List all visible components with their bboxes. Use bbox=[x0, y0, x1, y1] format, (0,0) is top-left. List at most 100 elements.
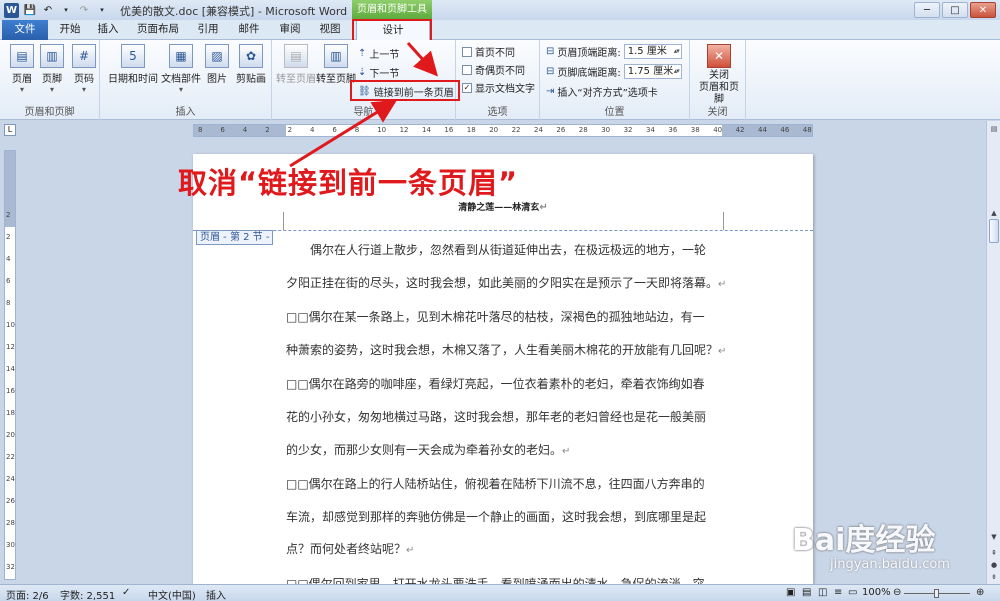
spelling-icon[interactable]: ✓ bbox=[122, 587, 130, 598]
text-line[interactable]: 的少女，而那少女则有一天会成为牵着孙女的老妇。↵ bbox=[286, 434, 720, 469]
tab-review[interactable]: 审阅 bbox=[276, 20, 304, 40]
insert-alignment-tab-button[interactable]: ⇥ 插入“对齐方式”选项卡 bbox=[546, 84, 658, 99]
horizontal-ruler[interactable]: 8 6 4 2 2 4 6 8 10 12 14 16 18 20 22 24 26 28 30 32 34 36 38 40… bbox=[193, 124, 813, 137]
date-time-button[interactable]: 5 日期和时间 bbox=[108, 44, 158, 85]
ruler-tick: 22 bbox=[511, 126, 521, 134]
redo-icon[interactable]: ↷ bbox=[77, 3, 91, 17]
draft-icon[interactable]: ▭ bbox=[848, 587, 857, 598]
browse-object-icon[interactable]: ● bbox=[988, 559, 1000, 571]
group-position: ⊟ 页眉顶端距离: 1.5 厘米 ⊟ 页脚底端距离: 1.75 厘米 ⇥ 插入“… bbox=[540, 40, 690, 120]
odd-even-different-checkbox[interactable]: 奇偶页不同 bbox=[462, 62, 525, 77]
text-line[interactable]: 车流，却感觉到那样的奔驰仿佛是一个静止的画面，这时我会想，到底哪里是起 bbox=[286, 501, 720, 534]
picture-button[interactable]: ▨ 图片 bbox=[200, 44, 234, 85]
tab-references[interactable]: 引用 bbox=[194, 20, 222, 40]
text-line[interactable]: 花的小孙女，匆匆地横过马路，这时我会想，那年老的老妇曾经也是花一般美丽 bbox=[286, 401, 720, 434]
next-page-icon[interactable]: ⇟ bbox=[988, 571, 1000, 583]
text-line[interactable]: □□偶尔在路上的行人陆桥站住，俯视着在陆桥下川流不息，往四面八方奔串的 bbox=[286, 468, 720, 501]
vruler-tick: 30 bbox=[6, 541, 15, 549]
text-line[interactable]: 夕阳正挂在街的尽头，这时我会想，如此美丽的夕阳实在是预示了一天即将落幕。↵ bbox=[286, 267, 726, 302]
ruler-tick: 2 bbox=[265, 126, 270, 134]
customize-qat-icon[interactable]: ▾ bbox=[95, 3, 109, 17]
align-tab-icon: ⇥ bbox=[546, 86, 555, 97]
ruler-bar: L 8 6 4 2 2 4 6 8 10 12 14 16 18 20 22 24 26 28 30 32 34 36 38… bbox=[0, 121, 1000, 139]
tab-file[interactable]: 文件 bbox=[2, 20, 48, 40]
undo-icon[interactable]: ↶ bbox=[41, 3, 55, 17]
close-window-button[interactable]: ✕ bbox=[970, 2, 996, 18]
web-layout-icon[interactable]: ◫ bbox=[818, 587, 827, 598]
outline-icon[interactable]: ≡ bbox=[834, 587, 842, 598]
chevron-down-icon: ▾ bbox=[81, 85, 86, 94]
window-title: 优美的散文.doc [兼容模式] - Microsoft Word bbox=[120, 5, 348, 18]
text-line[interactable]: □□偶尔在路旁的咖啡座，看绿灯亮起，一位衣着素朴的老妇，牵着衣饰绚如春 bbox=[286, 368, 720, 401]
insert-mode[interactable]: 插入 bbox=[206, 587, 226, 601]
text-line[interactable]: 偶尔在人行道上散步，忽然看到从街道延伸出去，在极远极远的地方，一轮 bbox=[286, 234, 720, 267]
tab-home[interactable]: 开始 bbox=[56, 20, 84, 40]
chevron-down-icon[interactable]: ▾ bbox=[59, 3, 73, 17]
tab-page-layout[interactable]: 页面布局 bbox=[136, 20, 180, 40]
close-header-footer-button[interactable]: ✕ 关闭 页眉和页脚 bbox=[696, 44, 742, 106]
vertical-ruler[interactable]: 2 2 4 6 8 10 12 14 16 18 20 22 24 26 28 30 32 bbox=[4, 150, 16, 580]
clip-art-button[interactable]: ✿ 剪贴画 bbox=[232, 44, 270, 85]
word-count[interactable]: 字数: 2,551 bbox=[60, 587, 115, 601]
text-line[interactable]: 种萧索的姿势，这时我会想，木棉又落了，人生看美丽木棉花的开放能有几回呢？↵ bbox=[286, 334, 726, 369]
highlight-link-to-previous bbox=[350, 80, 460, 101]
group-label: 关闭 bbox=[707, 107, 728, 118]
scroll-up-icon[interactable]: ▲ bbox=[988, 207, 1000, 219]
header-distance-spinner[interactable]: 1.5 厘米 bbox=[623, 44, 682, 59]
section-tag: 页眉 - 第 2 节 - bbox=[196, 230, 274, 245]
vruler-tick: 26 bbox=[6, 497, 15, 505]
maximize-button[interactable]: □ bbox=[942, 2, 968, 18]
footer-distance-icon: ⊟ bbox=[546, 66, 555, 77]
ruler-tick: 20 bbox=[489, 126, 499, 134]
ribbon-tabs: 文件 开始 插入 页面布局 引用 邮件 审阅 视图 设计 bbox=[0, 20, 1000, 40]
language[interactable]: 中文(中国) bbox=[148, 587, 196, 601]
prev-page-icon[interactable]: ⇞ bbox=[988, 547, 1000, 559]
zoom-level[interactable]: 100% bbox=[862, 587, 891, 598]
context-tab-group-label: 页眉和页脚工具 bbox=[352, 0, 432, 20]
close-icon: ✕ bbox=[707, 44, 731, 68]
minimize-button[interactable]: ─ bbox=[914, 2, 940, 18]
watermark-url: jingyan.baidu.com bbox=[830, 557, 950, 572]
previous-section-button[interactable]: ⇡ 上一节 bbox=[358, 46, 399, 61]
ruler-tick: 44 bbox=[758, 126, 767, 134]
goto-footer-button[interactable]: ▥ 转至页脚 bbox=[316, 44, 356, 85]
tab-selector[interactable]: L bbox=[4, 124, 16, 136]
zoom-out-icon[interactable]: ⊖ bbox=[893, 587, 901, 598]
zoom-in-icon[interactable]: ⊕ bbox=[976, 587, 984, 598]
next-section-button[interactable]: ⇣ 下一节 bbox=[358, 65, 399, 80]
ruler-tick: 28 bbox=[578, 126, 588, 134]
vertical-scrollbar[interactable]: ▤ ▲ ▼ ⇞ ● ⇟ bbox=[986, 121, 1000, 584]
text-line[interactable]: □□偶尔回到家里，打开水龙头要洗手，看到喷涌而出的清水，急促的流淌，突 bbox=[286, 568, 720, 584]
show-document-text-checkbox[interactable]: ✓ 显示文档文字 bbox=[462, 80, 535, 95]
tab-insert[interactable]: 插入 bbox=[94, 20, 122, 40]
text-line[interactable]: □□偶尔在某一条路上，见到木棉花叶落尽的枯枝，深褐色的孤独地站边，有一 bbox=[286, 301, 720, 334]
page-count[interactable]: 页面: 2/6 bbox=[6, 587, 49, 601]
tab-view[interactable]: 视图 bbox=[316, 20, 344, 40]
vruler-tick: 8 bbox=[6, 299, 11, 307]
document-page[interactable]: 清静之莲——林清玄↵ 页眉 - 第 2 节 - 偶尔在人行道上散步，忽然看到从街… bbox=[193, 154, 813, 584]
group-insert: 5 日期和时间 ▦ 文档部件 ▾ ▨ 图片 ✿ 剪贴画 插入 bbox=[100, 40, 272, 120]
word-logo-icon[interactable]: W bbox=[4, 2, 19, 18]
zoom-slider-handle[interactable] bbox=[934, 589, 939, 598]
window-controls: ─ □ ✕ bbox=[914, 2, 996, 18]
text-line[interactable]: 点？而何处者终站呢？↵ bbox=[286, 533, 720, 568]
tab-mailings[interactable]: 邮件 bbox=[235, 20, 263, 40]
highlight-design-tab bbox=[352, 19, 432, 42]
full-screen-icon[interactable]: ▤ bbox=[802, 587, 811, 598]
scroll-down-icon[interactable]: ▼ bbox=[988, 531, 1000, 543]
paragraph-mark: ↵ bbox=[718, 345, 727, 357]
ruler-tick: 30 bbox=[601, 126, 611, 134]
scroll-thumb[interactable] bbox=[989, 219, 999, 243]
ruler-toggle-icon[interactable]: ▤ bbox=[988, 123, 1000, 135]
print-layout-icon[interactable]: ▣ bbox=[786, 587, 795, 598]
page-number-button[interactable]: # 页码 ▾ bbox=[64, 44, 104, 94]
save-icon[interactable]: 💾 bbox=[23, 3, 37, 17]
document-body[interactable]: 偶尔在人行道上散步，忽然看到从街道延伸出去，在极远极远的地方，一轮 夕阳正挂在街的… bbox=[286, 234, 726, 584]
footer-distance-spinner[interactable]: 1.75 厘米 bbox=[623, 64, 682, 79]
title-bar: W 💾 ↶ ▾ ↷ ▾ 优美的散文.doc [兼容模式] - Microsoft… bbox=[0, 0, 1000, 20]
goto-header-button[interactable]: ▤ 转至页眉 bbox=[276, 44, 316, 85]
first-page-different-checkbox[interactable]: 首页不同 bbox=[462, 44, 515, 59]
quick-parts-button[interactable]: ▦ 文档部件 ▾ bbox=[158, 44, 204, 94]
status-bar: 页面: 2/6 字数: 2,551 ✓ 中文(中国) 插入 ▣ ▤ ◫ ≡ ▭ … bbox=[0, 584, 1000, 601]
ruler-tick: 34 bbox=[646, 126, 655, 134]
